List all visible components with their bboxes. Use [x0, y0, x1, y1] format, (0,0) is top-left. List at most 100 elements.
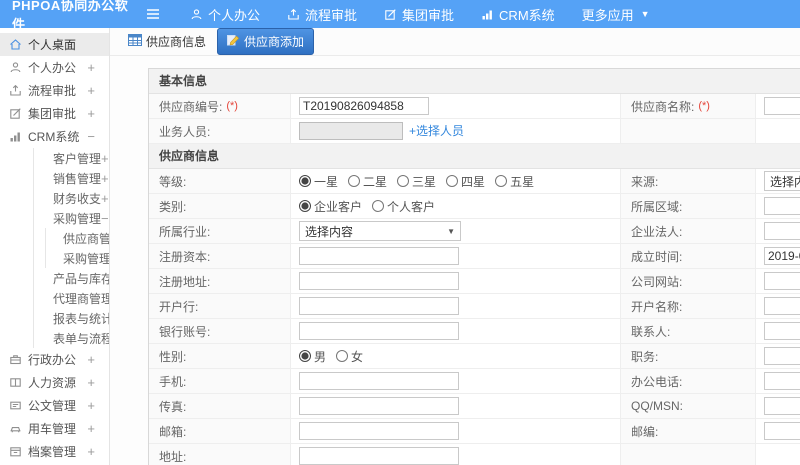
sidebar-item-label: 公文管理: [28, 399, 77, 413]
topnav-item[interactable]: 集团审批: [384, 5, 454, 24]
radio-button[interactable]: [336, 350, 349, 362]
radio-option[interactable]: 二星: [348, 173, 387, 190]
sidebar-item[interactable]: 用车管理 +: [0, 417, 109, 440]
expand-icon[interactable]: +: [101, 172, 109, 185]
registered-capital-input[interactable]: [299, 247, 459, 265]
expand-icon[interactable]: +: [87, 61, 95, 74]
sidebar-item[interactable]: 流程审批 +: [0, 79, 109, 102]
address-input[interactable]: [299, 447, 459, 465]
sidebar-item[interactable]: 公文管理 +: [0, 394, 109, 417]
topnav-item[interactable]: 更多应用 ▼: [582, 5, 650, 24]
contact-input[interactable]: [764, 322, 800, 340]
sidebar-item[interactable]: 采购管理: [46, 248, 109, 268]
sidebar-item[interactable]: 个人办公 +: [0, 56, 109, 79]
email-input[interactable]: [299, 422, 459, 440]
topnav-item[interactable]: 个人办公: [190, 5, 260, 24]
tab-supplier-add[interactable]: 供应商添加: [217, 28, 315, 55]
radio-option[interactable]: 男: [299, 348, 326, 365]
radio-button[interactable]: [397, 175, 410, 187]
sidebar-item[interactable]: 采购管理 −: [34, 208, 109, 228]
office-phone-input[interactable]: [764, 372, 800, 390]
expand-icon[interactable]: +: [87, 84, 95, 97]
sidebar-item[interactable]: 销售管理 +: [34, 168, 109, 188]
sidebar-item[interactable]: 报表与统计: [34, 308, 109, 328]
fax-input[interactable]: [299, 397, 459, 415]
industry-select[interactable]: 选择内容 ▼: [299, 221, 461, 241]
field-cell: [291, 269, 621, 294]
sidebar-item[interactable]: 财务收支 +: [34, 188, 109, 208]
source-select[interactable]: 选择内容▼: [764, 171, 800, 191]
collapse-icon[interactable]: −: [101, 212, 109, 225]
sidebar-item-label: 个人桌面: [28, 38, 77, 52]
sidebar-item[interactable]: CRM系统 −: [0, 125, 109, 148]
radio-option[interactable]: 企业客户: [299, 198, 362, 215]
label-text: 联系人:: [631, 324, 671, 339]
zip-input[interactable]: [764, 422, 800, 440]
sidebar-item[interactable]: 档案管理 +: [0, 440, 109, 463]
website-input[interactable]: [764, 272, 800, 290]
radio-button[interactable]: [299, 175, 311, 187]
sidebar-item[interactable]: 代理商管理+: [34, 288, 109, 308]
sidebar-item[interactable]: 表单与流程设置+: [34, 328, 109, 348]
supplier-name-input[interactable]: [764, 97, 800, 115]
tab-supplier-info[interactable]: 供应商信息: [128, 33, 206, 50]
expand-icon[interactable]: +: [87, 399, 95, 412]
radio-button[interactable]: [299, 200, 311, 212]
field-cell: [291, 319, 621, 344]
supplier-code-input[interactable]: [299, 97, 429, 115]
bank-account-input[interactable]: [299, 322, 459, 340]
hamburger-icon[interactable]: [146, 8, 160, 20]
sidebar-item[interactable]: 行政办公 +: [0, 348, 109, 371]
registered-address-input[interactable]: [299, 272, 459, 290]
field-label: 成立时间:: [621, 244, 756, 269]
mobile-input[interactable]: [299, 372, 459, 390]
expand-icon[interactable]: +: [101, 152, 109, 165]
radio-button[interactable]: [299, 350, 311, 362]
expand-icon[interactable]: +: [87, 107, 95, 120]
topnav-label: 集团审批: [402, 7, 455, 23]
sidebar-item[interactable]: 个人桌面: [0, 33, 109, 56]
sidebar-item[interactable]: 人力资源 +: [0, 371, 109, 394]
founded-date-input[interactable]: [764, 247, 800, 265]
sidebar-item[interactable]: 产品与库存+: [34, 268, 109, 288]
radio-button[interactable]: [372, 200, 385, 212]
label-text: 所属区域:: [631, 199, 683, 214]
radio-option[interactable]: 三星: [397, 173, 436, 190]
radio-option[interactable]: 五星: [495, 173, 534, 190]
bank-input[interactable]: [299, 297, 459, 315]
radio-button[interactable]: [495, 175, 508, 187]
business-person-input[interactable]: [299, 122, 403, 140]
topnav-item[interactable]: CRM系统: [481, 5, 555, 24]
expand-icon[interactable]: +: [87, 376, 95, 389]
sidebar-item[interactable]: 供应商管理: [46, 228, 109, 248]
expand-icon[interactable]: +: [87, 353, 95, 366]
topnav-item[interactable]: 流程审批: [287, 5, 357, 24]
radio-button[interactable]: [446, 175, 459, 187]
expand-icon[interactable]: +: [87, 422, 95, 435]
top-bar: PHPOA协同办公软件 个人办公 流程审批 集团审批 CRM系统 更多应用 ▼: [0, 0, 800, 32]
account-name-input[interactable]: [764, 297, 800, 315]
region-input[interactable]: [764, 197, 800, 215]
sidebar-item-label: 采购管理: [63, 251, 110, 266]
field-label: 开户名称:: [621, 294, 756, 319]
expand-icon[interactable]: +: [87, 445, 95, 458]
radio-option[interactable]: 个人客户: [372, 198, 435, 215]
qq-msn-input[interactable]: [764, 397, 800, 415]
radio-option[interactable]: 四星: [446, 173, 485, 190]
collapse-icon[interactable]: −: [87, 130, 95, 143]
topnav-label: CRM系统: [499, 7, 555, 23]
radio-button[interactable]: [348, 175, 361, 187]
legal-person-input[interactable]: [764, 222, 800, 240]
sidebar-item[interactable]: 客户管理 +: [34, 148, 109, 168]
radio-option[interactable]: 一星: [299, 173, 338, 190]
sidebar-item[interactable]: 集团审批 +: [0, 102, 109, 125]
radio-label: 五星: [510, 174, 535, 189]
select-person-link[interactable]: +选择人员: [409, 124, 464, 138]
expand-icon[interactable]: +: [101, 192, 109, 205]
field-cell: 选择内容▼: [291, 219, 621, 244]
position-input[interactable]: [764, 347, 800, 365]
field-cell: 选择内容▼: [756, 169, 800, 194]
field-label: 所属行业:: [149, 219, 291, 244]
radio-option[interactable]: 女: [336, 348, 363, 365]
sidebar-item-label: 采购管理: [53, 211, 102, 226]
